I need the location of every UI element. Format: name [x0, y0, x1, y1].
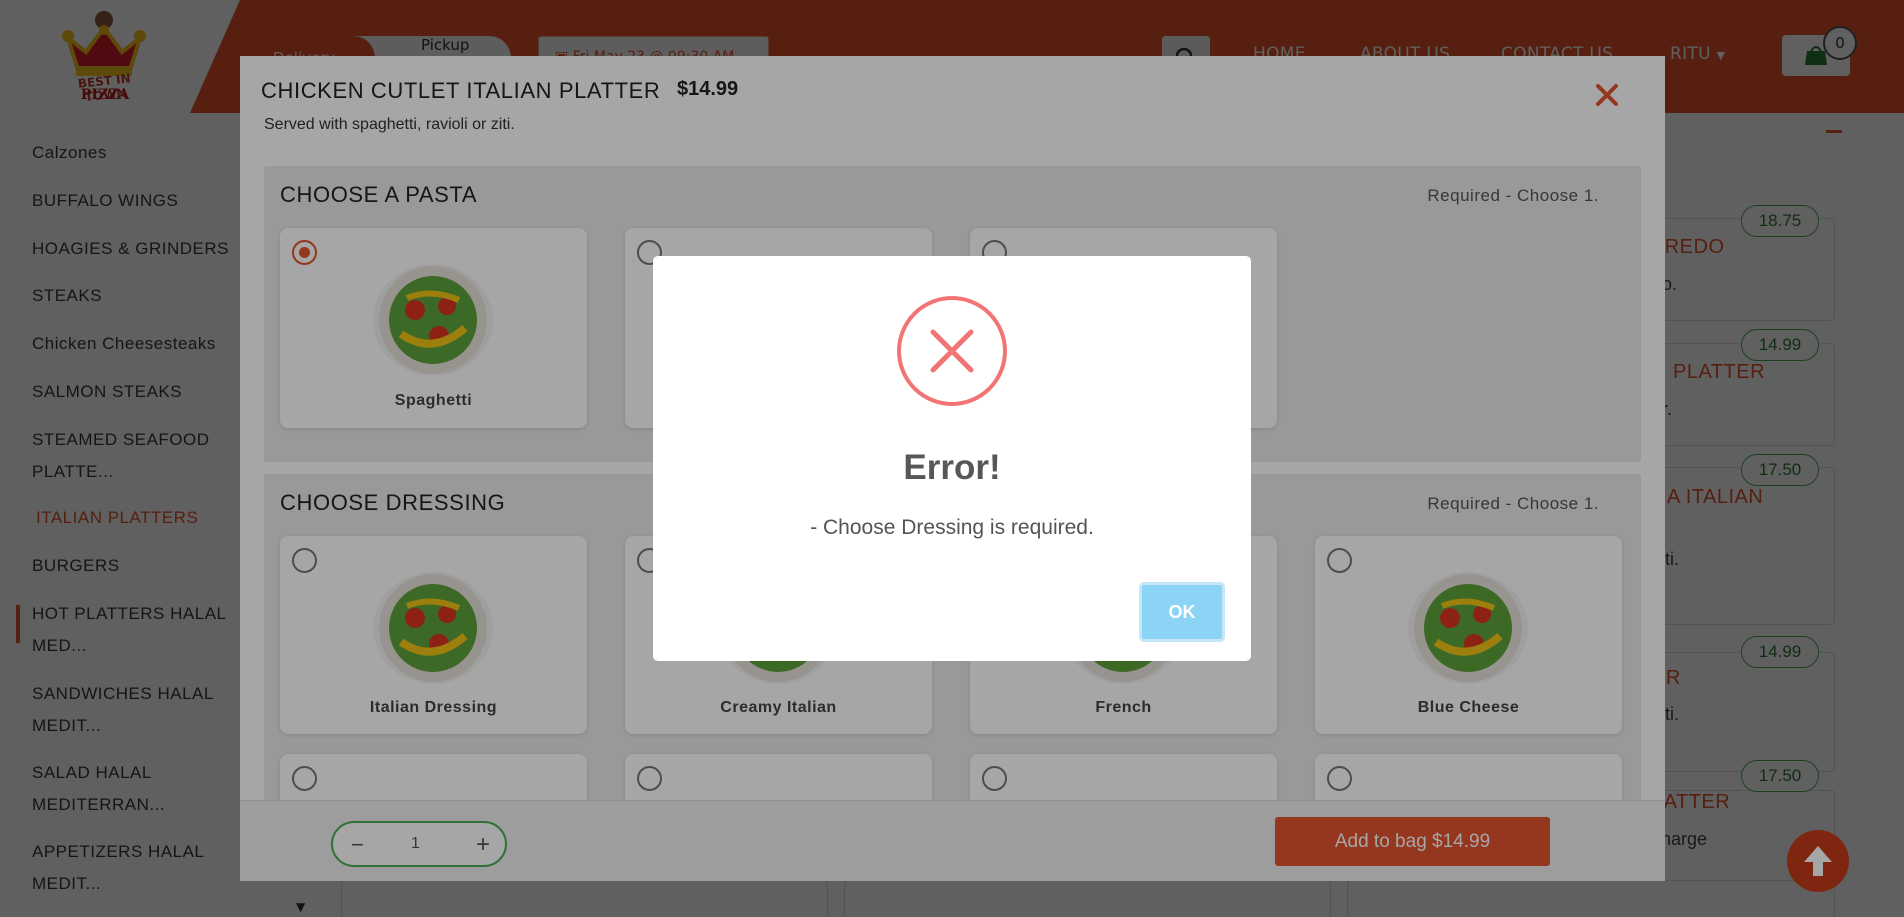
- error-x-icon: [930, 329, 974, 373]
- page-root: BEST IN TOWN PIZZA Delivery Pickup ▣ Fri…: [0, 0, 1904, 917]
- dialog-title: Error!: [903, 448, 1001, 487]
- error-dialog: Error! - Choose Dressing is required. OK: [653, 256, 1251, 661]
- error-icon: [897, 296, 1007, 406]
- dialog-message: - Choose Dressing is required.: [810, 516, 1094, 539]
- ok-button[interactable]: OK: [1139, 582, 1225, 642]
